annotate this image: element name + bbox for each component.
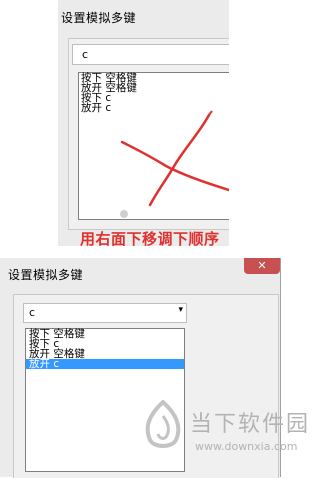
close-button[interactable]: ✕ (244, 258, 280, 274)
close-icon: ✕ (257, 259, 267, 272)
combo-value: c (29, 306, 36, 319)
decorative-dot (120, 210, 128, 218)
downxia-logo-icon (145, 400, 181, 448)
list-item-selected[interactable]: 放开 c (26, 359, 184, 369)
watermark-url: www.downxia.com (195, 440, 298, 453)
top-dialog-screenshot: 设置模拟多键 c 按下 空格键 放开 空格键 按下 c 放开 c (58, 0, 229, 246)
watermark-name: 当下软件园 (190, 412, 311, 437)
dialog-title: 设置模拟多键 (8, 268, 84, 282)
red-cross-annotation (120, 110, 229, 207)
key-combo-box[interactable]: c ▾ (23, 303, 187, 323)
instruction-caption: 用右面下移调下顺序 (80, 230, 220, 248)
chevron-down-icon[interactable]: ▾ (178, 305, 183, 315)
